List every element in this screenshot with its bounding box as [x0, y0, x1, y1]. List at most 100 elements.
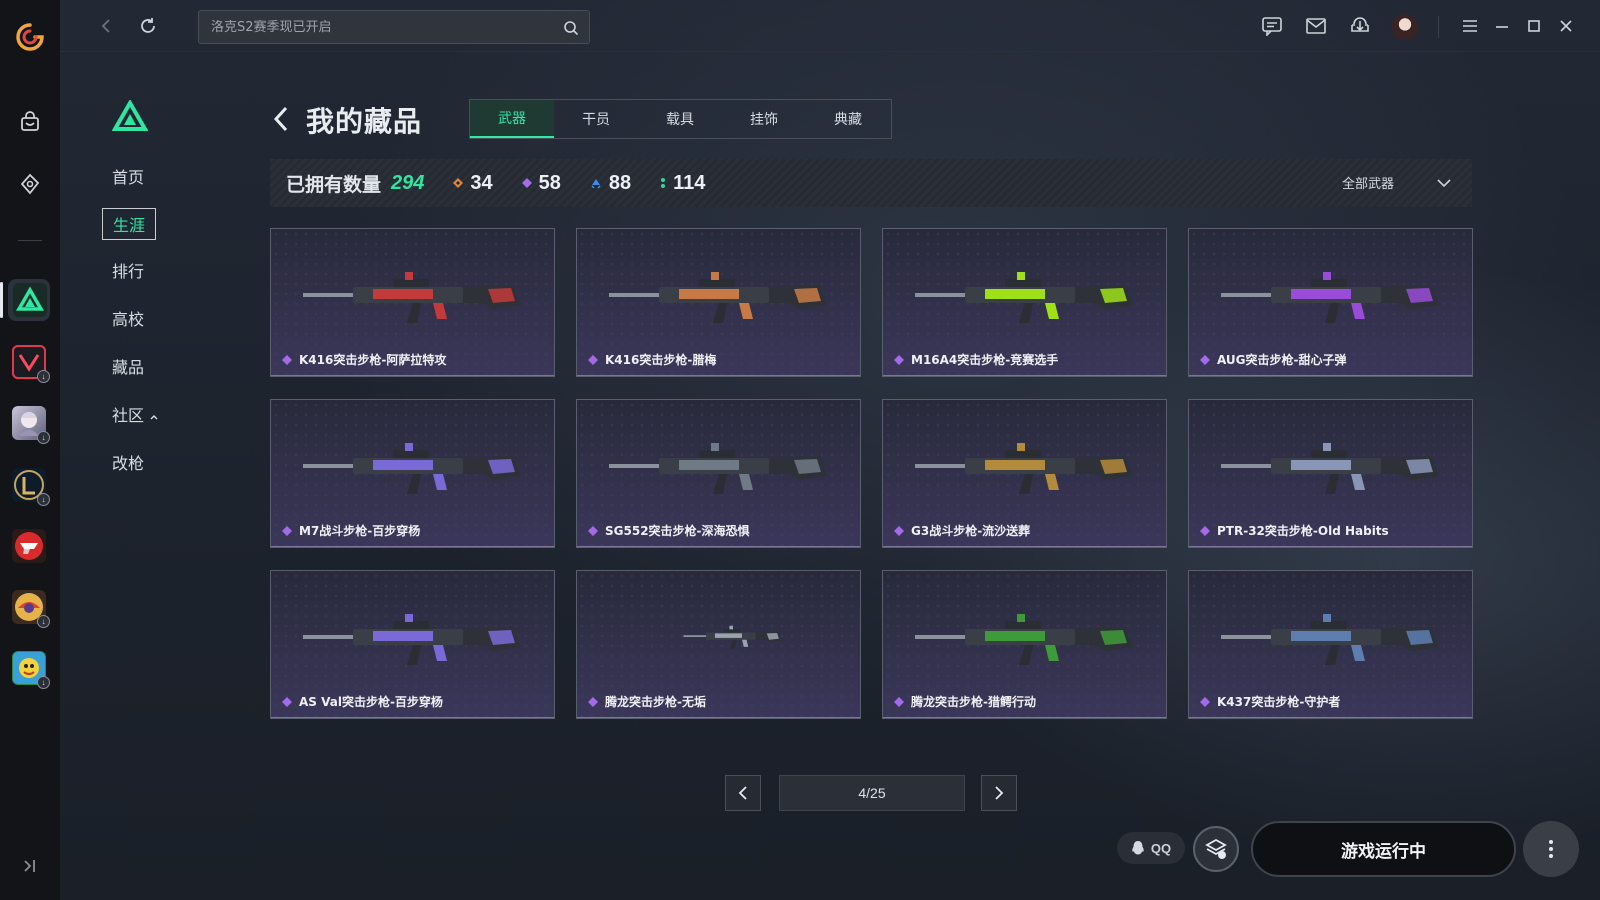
prev-page-button[interactable] — [725, 775, 761, 811]
weapon-part — [711, 272, 719, 280]
subnav-item-career[interactable]: 生涯 — [102, 208, 157, 240]
subnav-item-gunsmith[interactable]: 改枪 — [112, 450, 144, 474]
tab-collectibles[interactable]: 典藏 — [806, 100, 890, 138]
search-input[interactable] — [211, 19, 551, 35]
weapon-part — [739, 474, 753, 490]
weapon-part — [405, 443, 413, 451]
weapon-part — [405, 614, 413, 622]
weapon-filter-dropdown[interactable]: 全部武器 — [1342, 173, 1452, 192]
weapon-part — [729, 625, 733, 630]
subnav-item-community[interactable]: 社区 — [112, 402, 159, 426]
weapon-part — [407, 303, 421, 323]
weapon-skin-image — [303, 614, 521, 665]
page-title: 我的藏品 — [306, 105, 423, 138]
rarity-orange-count: 34 — [452, 172, 493, 195]
weapon-part — [1017, 614, 1025, 622]
item-name: AUG突击步枪-甜心子弹 — [1199, 351, 1347, 368]
item-card[interactable]: SG552突击步枪-深海恐惧 — [576, 399, 861, 548]
subnav-item-ranking[interactable]: 排行 — [112, 258, 144, 282]
subnav-item-college[interactable]: 高校 — [112, 306, 144, 330]
back-chevron-icon[interactable] — [272, 104, 290, 134]
weapon-part — [1045, 474, 1059, 490]
weapon-part — [373, 631, 433, 641]
app-logo-icon[interactable] — [15, 22, 45, 52]
rarity-gem-icon — [894, 354, 904, 365]
subnav-item-collection[interactable]: 藏品 — [112, 354, 144, 378]
item-card[interactable]: PTR-32突击步枪-Old Habits — [1188, 399, 1473, 548]
rarity-blue-gem-icon — [591, 179, 601, 189]
item-card[interactable]: M7战斗步枪-百步穿杨 — [270, 399, 555, 548]
gamepad-icon[interactable] — [12, 166, 48, 202]
weapon-skin-image — [303, 443, 521, 494]
maximize-icon[interactable] — [1522, 14, 1546, 38]
search-icon[interactable] — [563, 20, 579, 36]
item-card[interactable]: AS Val突击步枪-百步穿杨 — [270, 570, 555, 719]
weapon-part — [373, 289, 433, 299]
menu-icon[interactable] — [1458, 14, 1482, 38]
game-crossfire-icon[interactable] — [12, 529, 46, 563]
weapon-skin-image — [1221, 272, 1439, 323]
weapon-part — [1311, 621, 1347, 629]
tab-operators[interactable]: 干员 — [554, 100, 638, 138]
back-arrow-icon[interactable] — [94, 14, 118, 38]
weapon-part — [1291, 289, 1351, 299]
tab-charms[interactable]: 挂饰 — [722, 100, 806, 138]
game-delta-force-icon[interactable] — [13, 283, 47, 317]
accelerator-button[interactable] — [1193, 826, 1239, 872]
minimize-icon[interactable] — [1490, 14, 1514, 38]
owned-count-label: 已拥有数量 — [286, 173, 382, 196]
tab-weapons[interactable]: 武器 — [470, 100, 554, 138]
topbar-divider — [1438, 16, 1439, 38]
item-name: 腾龙突击步枪-猎鳄行动 — [893, 693, 1036, 710]
qq-login-button[interactable]: QQ — [1117, 832, 1185, 864]
item-card[interactable]: K416突击步枪-阿萨拉特攻 — [270, 228, 555, 377]
weapon-part — [1351, 645, 1365, 661]
qq-penguin-icon — [1132, 841, 1144, 855]
rarity-green-count: 114 — [659, 172, 705, 195]
item-card[interactable]: 腾龙突击步枪-猎鳄行动 — [882, 570, 1167, 719]
close-icon[interactable] — [1554, 14, 1578, 38]
weapon-skin-image — [1221, 614, 1439, 665]
item-card[interactable]: G3战斗步枪-流沙送葬 — [882, 399, 1167, 548]
rarity-green-value: 114 — [673, 171, 706, 194]
tab-vehicles[interactable]: 载具 — [638, 100, 722, 138]
item-card[interactable]: K437突击步枪-守护者 — [1188, 570, 1473, 719]
game-cartoon-icon[interactable]: ↓ — [12, 651, 50, 689]
item-card[interactable]: AUG突击步枪-甜心子弹 — [1188, 228, 1473, 377]
weapon-part — [373, 460, 433, 470]
game-lol-icon[interactable]: ↓ — [12, 468, 50, 506]
weapon-part — [393, 279, 429, 287]
weapon-part — [1005, 621, 1041, 629]
subnav-item-home[interactable]: 首页 — [112, 164, 144, 188]
game-racing-icon[interactable]: ↓ — [12, 590, 50, 628]
download-badge-icon: ↓ — [37, 493, 50, 506]
item-name: AS Val突击步枪-百步穿杨 — [281, 693, 443, 710]
item-name-text: SG552突击步枪-深海恐惧 — [605, 524, 750, 538]
item-name: 腾龙突击步枪-无垢 — [587, 693, 706, 710]
search-box — [198, 10, 590, 44]
item-card[interactable]: M16A4突击步枪-竞赛选手 — [882, 228, 1167, 377]
next-page-button[interactable] — [981, 775, 1017, 811]
chat-icon[interactable] — [1260, 14, 1284, 38]
collapse-rail-icon[interactable] — [12, 848, 48, 884]
game-running-button[interactable]: 游戏运行中 — [1251, 821, 1516, 877]
weapon-part — [699, 279, 735, 287]
item-name-text: AS Val突击步枪-百步穿杨 — [299, 695, 443, 709]
store-bag-icon[interactable] — [12, 104, 48, 140]
page-indicator: 4/25 — [779, 775, 965, 811]
item-name: M7战斗步枪-百步穿杨 — [281, 522, 420, 539]
game-valorant-icon[interactable]: ↓ — [12, 345, 50, 383]
game-anime-icon[interactable]: ↓ — [12, 406, 50, 444]
item-card[interactable]: 腾龙突击步枪-无垢 — [576, 570, 861, 719]
rarity-purple-gem-icon — [521, 178, 532, 188]
rarity-blue-count: 88 — [589, 172, 631, 195]
refresh-icon[interactable] — [136, 14, 160, 38]
item-card[interactable]: K416突击步枪-腊梅 — [576, 228, 861, 377]
user-avatar[interactable] — [1392, 14, 1418, 40]
mail-icon[interactable] — [1304, 14, 1328, 38]
item-name-text: K416突击步枪-阿萨拉特攻 — [299, 353, 447, 367]
rarity-gem-icon — [588, 525, 598, 536]
download-manager-icon[interactable] — [1348, 14, 1372, 38]
weapon-skin-image — [609, 443, 827, 494]
more-options-button[interactable] — [1523, 821, 1579, 877]
